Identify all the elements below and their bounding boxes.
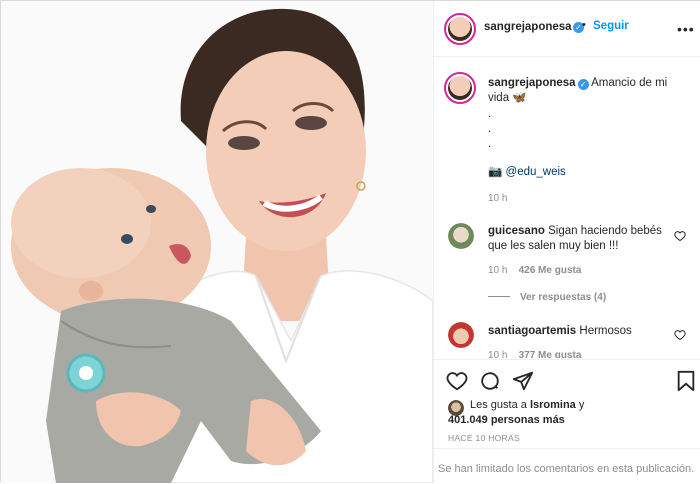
caption-time: 10 h xyxy=(488,193,508,204)
comments-limited-text: Se han limitado los comentarios en esta … xyxy=(438,463,695,475)
likes-prefix: Les gusta a xyxy=(470,399,530,411)
view-replies-label: Ver respuestas (4) xyxy=(520,292,607,303)
comment-item: guicesano Sigan haciendo bebés que les s… xyxy=(488,224,678,254)
post-header: sangrejaponesa ✓ • Seguir ••• xyxy=(434,1,700,57)
caption: sangrejaponesa ✓ Amancio de mi vida 🦋 xyxy=(488,76,678,106)
post-actions: Les gusta a lsromina y 401.049 personas … xyxy=(434,359,700,483)
view-replies-button[interactable]: Ver respuestas (4) xyxy=(488,292,606,303)
replies-divider xyxy=(488,296,510,297)
comment-username[interactable]: santiagoartemis xyxy=(488,325,576,337)
post-panel: sangrejaponesa ✓ • Seguir ••• sangrejapo… xyxy=(433,1,700,483)
photo-illustration xyxy=(1,1,433,483)
comment-bubble-icon[interactable] xyxy=(479,370,501,392)
author-username[interactable]: sangrejaponesa xyxy=(484,21,572,33)
likes-count[interactable]: 401.049 personas más xyxy=(448,414,565,426)
instagram-post: sangrejaponesa ✓ • Seguir ••• sangrejapo… xyxy=(0,0,700,483)
comment-likes-count[interactable]: 377 Me gusta xyxy=(519,350,582,358)
liker-username[interactable]: lsromina xyxy=(530,399,576,411)
comment-time: 10 h xyxy=(488,265,508,276)
post-photo[interactable] xyxy=(1,1,433,483)
comment-avatar[interactable] xyxy=(448,223,474,249)
comment-likes-count[interactable]: 426 Me gusta xyxy=(519,265,582,276)
caption-dot-2: . xyxy=(488,123,492,135)
comment-item: santiagoartemis Hermosos xyxy=(488,324,678,339)
comment-like-heart-icon[interactable] xyxy=(674,329,686,341)
caption-username[interactable]: sangrejaponesa xyxy=(488,77,576,89)
likes-count-line[interactable]: 401.049 personas más xyxy=(448,413,565,428)
credit-mention-link[interactable]: @edu_weis xyxy=(506,166,566,178)
caption-dot-3: . xyxy=(488,138,492,150)
comment-time: 10 h xyxy=(488,350,508,358)
caption-dot-1: . xyxy=(488,108,492,120)
verified-badge-icon: ✓ xyxy=(577,79,589,90)
separator-dot: • xyxy=(582,19,586,31)
comments-limited-bar: Se han limitado los comentarios en esta … xyxy=(434,448,700,484)
caption-credit-line: 📷 @edu_weis xyxy=(488,165,678,180)
caption-avatar[interactable] xyxy=(444,72,476,104)
share-paper-plane-icon[interactable] xyxy=(512,370,534,392)
likes-conj: y xyxy=(575,399,585,411)
like-heart-icon[interactable] xyxy=(446,370,468,392)
camera-icon: 📷 xyxy=(488,166,503,178)
author-avatar[interactable] xyxy=(444,13,476,45)
save-bookmark-icon[interactable] xyxy=(676,370,696,392)
comment-meta: 10 h 426 Me gusta xyxy=(488,265,581,276)
follow-button[interactable]: Seguir xyxy=(593,20,629,32)
comments-list: sangrejaponesa ✓ Amancio de mi vida 🦋 . .… xyxy=(434,58,700,358)
comment-meta: 10 h 377 Me gusta xyxy=(488,350,581,358)
comment-like-heart-icon[interactable] xyxy=(674,230,686,242)
more-horizontal-icon[interactable]: ••• xyxy=(677,21,695,37)
likes-summary: Les gusta a lsromina y xyxy=(470,398,584,413)
post-timestamp: HACE 10 HORAS xyxy=(448,433,520,443)
comment-text: Hermosos xyxy=(579,325,632,337)
comment-avatar[interactable] xyxy=(448,322,474,348)
comment-username[interactable]: guicesano xyxy=(488,225,545,237)
